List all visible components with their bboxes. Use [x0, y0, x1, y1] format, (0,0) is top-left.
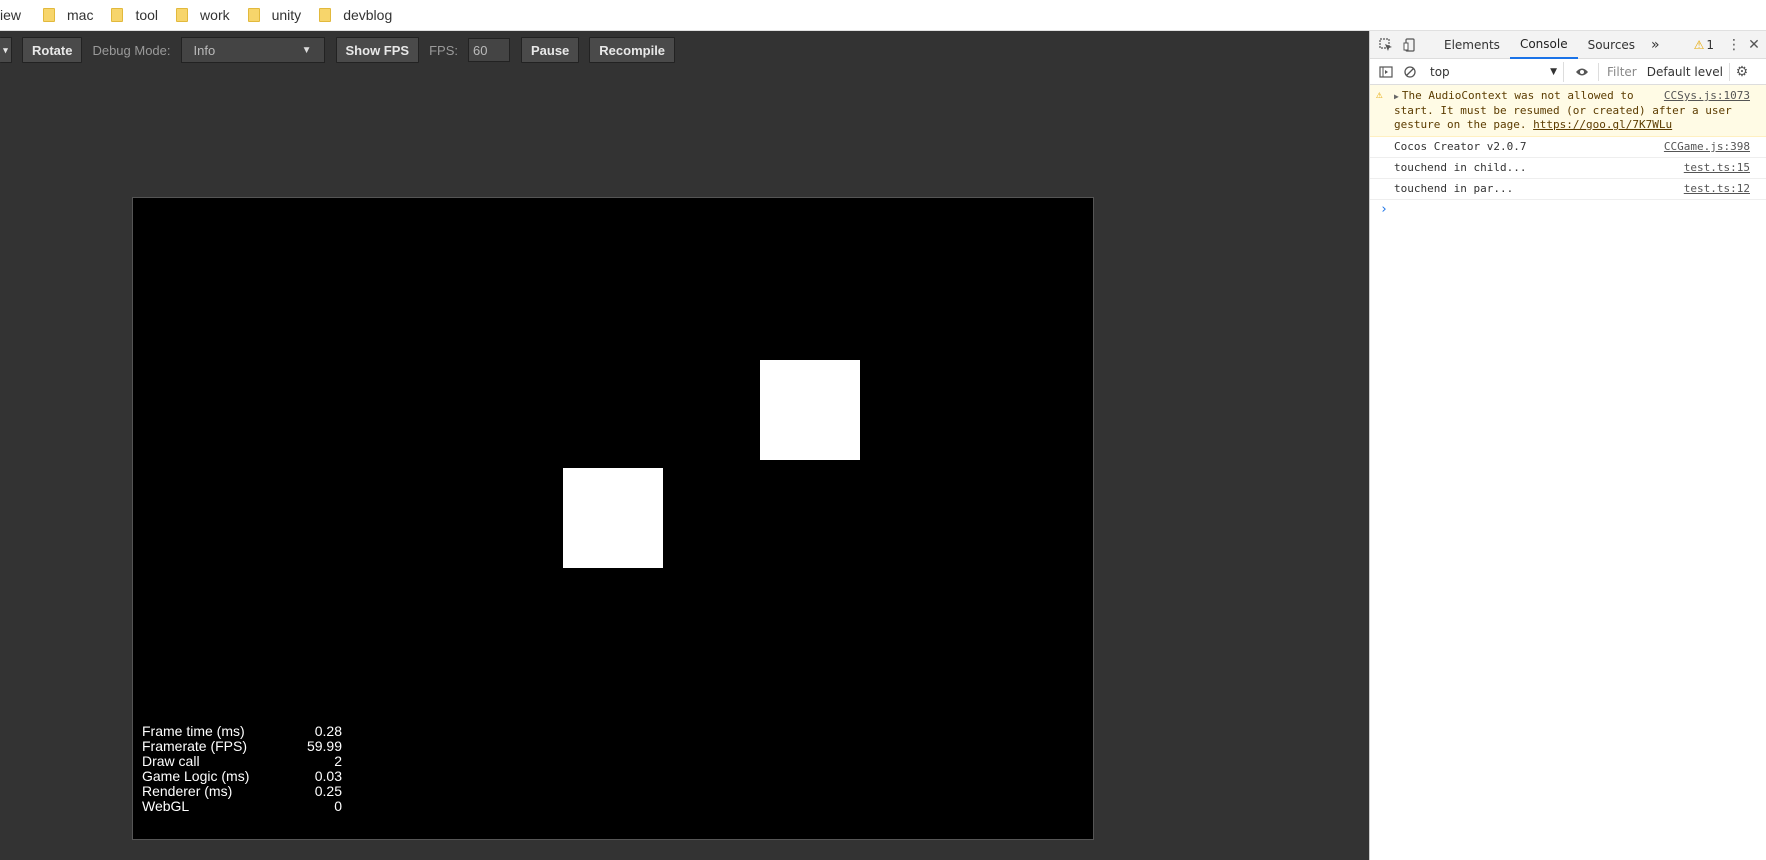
stat-label: Frame time (ms) [142, 723, 245, 739]
bookmark-label: unity [271, 7, 302, 23]
stats-row: Draw call 2 [142, 754, 342, 769]
debug-mode-value: Info [193, 42, 216, 58]
stat-label: WebGL [142, 798, 190, 814]
preview-toolbar: ▾ Rotate Debug Mode: Info ▼ Show FPS FPS… [0, 37, 676, 63]
warning-counter[interactable]: ⚠ 1 [1694, 38, 1714, 52]
stat-value: 0.03 [314, 768, 342, 784]
console-message[interactable]: test.ts:12 touchend in par... [1370, 179, 1766, 200]
console-filter-bar: top ▼ Filter Default level ⚙ [1370, 59, 1766, 85]
folder-icon [176, 8, 189, 22]
folder-icon [111, 8, 124, 22]
console-prompt-input[interactable]: › [1370, 200, 1766, 219]
fps-input[interactable]: 60 [467, 38, 510, 62]
stat-value: 0.28 [314, 723, 342, 739]
close-icon[interactable]: ✕ [1744, 35, 1764, 55]
recompile-button[interactable]: Recompile [589, 37, 676, 63]
stat-label: Renderer (ms) [142, 783, 233, 799]
bookmark-mac[interactable]: mac [43, 7, 93, 23]
prompt-chevron-icon: › [1380, 202, 1388, 217]
stats-row: Framerate (FPS) 59.99 [142, 739, 342, 754]
more-tabs-button[interactable]: » [1645, 31, 1666, 59]
device-toolbar-icon[interactable] [1400, 35, 1420, 55]
game-canvas[interactable]: Frame time (ms) 0.28 Framerate (FPS) 59.99… [132, 197, 1094, 840]
stats-row: WebGL 0 [142, 799, 342, 814]
bookmark-work[interactable]: work [176, 7, 230, 23]
stats-row: Game Logic (ms) 0.03 [142, 769, 342, 784]
console-message[interactable]: CCGame.js:398 Cocos Creator v2.0.7 [1370, 137, 1766, 158]
bookmark-label: tool [135, 7, 159, 23]
chevron-down-icon: ▼ [1550, 66, 1557, 77]
context-value: top [1430, 64, 1450, 79]
preview-page: ▾ Rotate Debug Mode: Info ▼ Show FPS FPS… [0, 31, 1369, 860]
stat-value: 0 [334, 798, 342, 814]
debug-mode-select[interactable]: Info ▼ [180, 37, 325, 63]
inspect-element-icon[interactable] [1376, 35, 1396, 55]
console-message[interactable]: test.ts:15 touchend in child... [1370, 158, 1766, 179]
show-fps-button[interactable]: Show FPS [335, 37, 420, 63]
warning-icon: ⚠ [1376, 88, 1383, 101]
kebab-menu-icon[interactable]: ⋮ [1724, 35, 1744, 55]
stats-row: Renderer (ms) 0.25 [142, 784, 342, 799]
expand-triangle-icon[interactable]: ▶ [1394, 92, 1399, 101]
stat-value: 59.99 [306, 738, 342, 754]
folder-icon [247, 8, 260, 22]
tab-elements[interactable]: Elements [1434, 31, 1510, 59]
context-select[interactable]: top ▼ [1424, 61, 1564, 82]
chevron-down-icon: ▼ [301, 44, 312, 56]
stat-value: 2 [334, 753, 342, 769]
warning-count: 1 [1706, 37, 1714, 52]
filter-input[interactable]: Filter [1607, 65, 1637, 79]
bookmark-partial[interactable]: iew [0, 7, 25, 23]
bookmark-devblog[interactable]: devblog [319, 7, 392, 23]
stat-value: 0.25 [314, 783, 342, 799]
pause-button[interactable]: Pause [520, 37, 580, 63]
child-node-square[interactable] [563, 468, 663, 568]
console-message-warning[interactable]: ⚠ CCSys.js:1073 ▶ The AudioContext was no… [1370, 85, 1766, 137]
bookmark-unity[interactable]: unity [247, 7, 302, 23]
bookmark-label: iew [0, 7, 22, 23]
folder-icon [43, 8, 56, 22]
bookmark-label: work [200, 7, 230, 23]
warning-icon: ⚠ [1693, 37, 1705, 52]
sidebar-toggle-icon[interactable] [1376, 62, 1396, 82]
stat-label: Draw call [142, 753, 200, 769]
stat-label: Game Logic (ms) [142, 768, 250, 784]
gear-icon[interactable]: ⚙ [1732, 62, 1752, 82]
message-source-link[interactable]: CCGame.js:398 [1664, 140, 1750, 154]
device-dropdown-button[interactable]: ▾ [0, 37, 12, 63]
folder-icon [319, 8, 332, 22]
parent-node-square[interactable] [760, 360, 860, 460]
console-messages: ⚠ CCSys.js:1073 ▶ The AudioContext was no… [1370, 85, 1766, 219]
bookmarks-bar: iew mac tool work unity devblog [0, 0, 1766, 31]
devtools-panel: Elements Console Sources » ⚠ 1 ⋮ ✕ top ▼… [1369, 31, 1766, 860]
tab-sources[interactable]: Sources [1578, 31, 1645, 59]
rotate-button[interactable]: Rotate [22, 37, 83, 63]
debug-mode-label: Debug Mode: [92, 42, 171, 58]
bookmark-label: mac [67, 7, 94, 23]
clear-console-icon[interactable] [1400, 62, 1420, 82]
stats-row: Frame time (ms) 0.28 [142, 724, 342, 739]
message-url-link[interactable]: https://goo.gl/7K7WLu [1533, 118, 1672, 131]
message-source-link[interactable]: test.ts:12 [1684, 182, 1750, 196]
bookmark-label: devblog [343, 7, 393, 23]
message-text: Cocos Creator v2.0.7 [1394, 140, 1527, 153]
fps-label: FPS: [429, 42, 458, 58]
eye-icon[interactable] [1572, 62, 1592, 82]
tab-console[interactable]: Console [1509, 31, 1578, 59]
log-level-select[interactable]: Default level [1647, 65, 1723, 79]
bookmark-tool[interactable]: tool [111, 7, 158, 23]
message-source-link[interactable]: CCSys.js:1073 [1664, 89, 1750, 103]
fps-stats-panel: Frame time (ms) 0.28 Framerate (FPS) 59.99… [142, 724, 342, 814]
stat-label: Framerate (FPS) [142, 738, 248, 754]
message-text: touchend in child... [1394, 161, 1527, 174]
message-text: touchend in par... [1394, 182, 1514, 195]
message-source-link[interactable]: test.ts:15 [1684, 161, 1750, 175]
devtools-tabbar: Elements Console Sources » ⚠ 1 ⋮ ✕ [1370, 31, 1766, 59]
